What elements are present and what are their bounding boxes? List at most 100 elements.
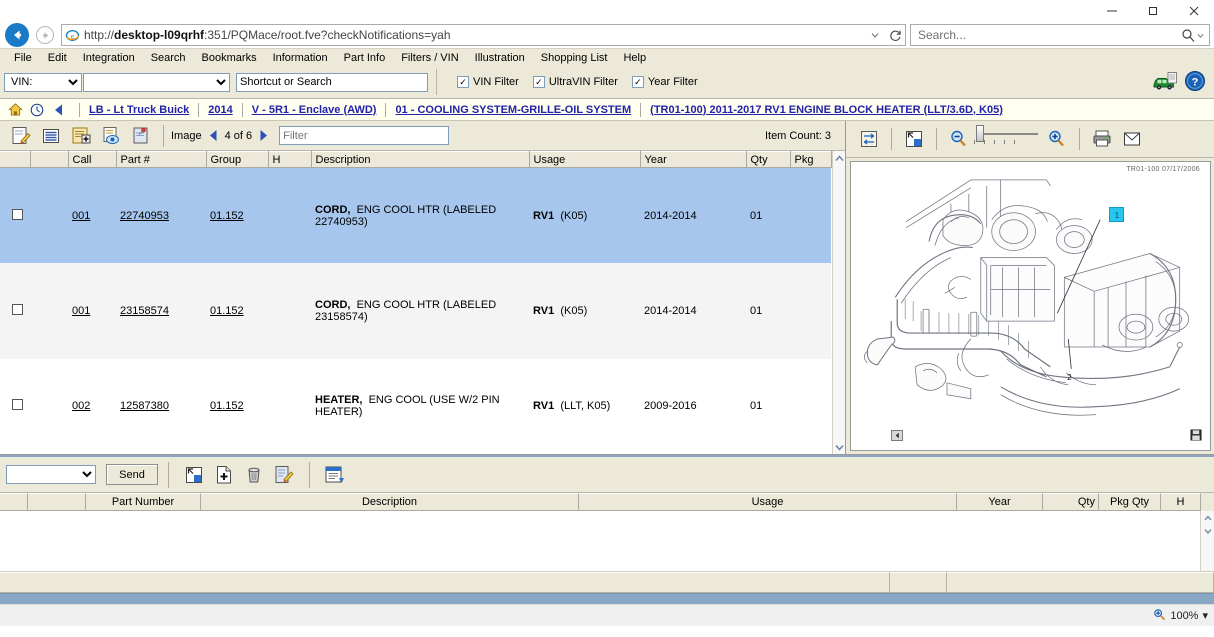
- email-icon[interactable]: [1117, 126, 1147, 152]
- address-bar[interactable]: e http://desktop-l09qrhf:351/PQMace/root…: [61, 24, 906, 46]
- row-call-link[interactable]: 001: [72, 210, 90, 222]
- delete-icon[interactable]: [239, 462, 269, 488]
- parts-table-scrollbar[interactable]: [832, 151, 846, 454]
- menu-bookmarks[interactable]: Bookmarks: [194, 49, 265, 67]
- btm-col-year[interactable]: Year: [957, 493, 1043, 511]
- row-part[interactable]: 22740953: [116, 168, 206, 264]
- breadcrumb-item-make[interactable]: LB - Lt Truck Buick: [89, 104, 189, 116]
- shopping-list-empty-area[interactable]: [0, 511, 1200, 571]
- home-icon[interactable]: [4, 102, 26, 117]
- vin-filter-checkbox-box[interactable]: ✓: [457, 76, 469, 88]
- col-pkg[interactable]: Pkg: [790, 152, 831, 168]
- menu-file[interactable]: File: [6, 49, 40, 67]
- btm-col-usage[interactable]: Usage: [579, 493, 957, 511]
- breadcrumb-item-model[interactable]: V - 5R1 - Enclave (AWD): [252, 104, 377, 116]
- col-part-number[interactable]: Part #: [116, 152, 206, 168]
- fit-window-icon[interactable]: [179, 462, 209, 488]
- horizontal-scrollbar[interactable]: [0, 593, 1214, 604]
- filter-input[interactable]: [279, 126, 449, 145]
- illustration-canvas[interactable]: TR01-100 07/17/2006: [850, 161, 1211, 451]
- scroll-down-icon[interactable]: [832, 440, 845, 454]
- menu-illustration[interactable]: Illustration: [467, 49, 533, 67]
- row-checkbox-cell[interactable]: [0, 168, 30, 264]
- help-icon[interactable]: ?: [1184, 70, 1206, 95]
- shopping-list-scrollbar[interactable]: [1200, 511, 1214, 571]
- col-group[interactable]: Group: [206, 152, 268, 168]
- menu-information[interactable]: Information: [265, 49, 336, 67]
- browser-search-input[interactable]: Search...: [911, 28, 1175, 42]
- ultravin-filter-checkbox-box[interactable]: ✓: [533, 76, 545, 88]
- menu-filters-vin[interactable]: Filters / VIN: [393, 49, 466, 67]
- btm-col-1[interactable]: [28, 493, 86, 511]
- row-checkbox-cell[interactable]: [0, 263, 30, 359]
- breadcrumb-item-illustration[interactable]: (TR01-100) 2011-2017 RV1 ENGINE BLOCK HE…: [650, 104, 1003, 116]
- zoom-slider-knob[interactable]: [976, 125, 984, 142]
- table-row[interactable]: 001 23158574 01.152 CORD, ENG COOL HTR (…: [0, 263, 831, 359]
- save-icon[interactable]: [1190, 429, 1202, 444]
- row-checkbox[interactable]: [12, 304, 23, 315]
- menu-integration[interactable]: Integration: [75, 49, 143, 67]
- vin-filter-checkbox[interactable]: ✓ VIN Filter: [457, 76, 519, 88]
- col-usage[interactable]: Usage: [529, 152, 640, 168]
- vin-value-select[interactable]: [83, 73, 230, 92]
- next-image-icon[interactable]: [258, 129, 269, 142]
- row-part-link[interactable]: 22740953: [120, 210, 169, 222]
- row-part[interactable]: 12587380: [116, 359, 206, 455]
- row-group-link[interactable]: 01.152: [210, 400, 244, 412]
- shopping-list-select[interactable]: [6, 465, 96, 484]
- row-checkbox[interactable]: [12, 399, 23, 410]
- row-call[interactable]: 002: [68, 359, 116, 455]
- scroll-up-icon[interactable]: [832, 151, 845, 165]
- zoom-in-icon[interactable]: [1042, 126, 1072, 152]
- maximize-button[interactable]: [1132, 0, 1173, 22]
- row-call[interactable]: 001: [68, 168, 116, 264]
- col-spacer[interactable]: [30, 152, 68, 168]
- col-call[interactable]: Call: [68, 152, 116, 168]
- print-icon[interactable]: [1087, 126, 1117, 152]
- zoom-icon[interactable]: [1153, 608, 1166, 624]
- preview-icon[interactable]: [96, 123, 126, 149]
- report-icon[interactable]: [320, 462, 350, 488]
- col-year[interactable]: Year: [640, 152, 746, 168]
- pin-note-icon[interactable]: [126, 123, 156, 149]
- btm-col-pkg-qty[interactable]: Pkg Qty: [1099, 493, 1161, 511]
- callout-1-marker[interactable]: 1: [1109, 207, 1124, 222]
- row-group[interactable]: 01.152: [206, 168, 268, 264]
- add-note-icon[interactable]: [66, 123, 96, 149]
- list-view-icon[interactable]: [36, 123, 66, 149]
- breadcrumb-back-icon[interactable]: [48, 103, 70, 117]
- row-part-link[interactable]: 12587380: [120, 400, 169, 412]
- col-h[interactable]: H: [268, 152, 311, 168]
- row-call[interactable]: 001: [68, 263, 116, 359]
- year-filter-checkbox-box[interactable]: ✓: [632, 76, 644, 88]
- row-part-link[interactable]: 23158574: [120, 305, 169, 317]
- row-call-link[interactable]: 002: [72, 400, 90, 412]
- prev-image-icon[interactable]: [208, 129, 219, 142]
- row-checkbox[interactable]: [12, 209, 23, 220]
- btm-col-description[interactable]: Description: [201, 493, 579, 511]
- menu-shopping-list[interactable]: Shopping List: [533, 49, 616, 67]
- refresh-icon[interactable]: [885, 25, 905, 45]
- zoom-slider[interactable]: [974, 133, 1042, 144]
- back-button[interactable]: [2, 22, 32, 48]
- minimize-button[interactable]: [1091, 0, 1132, 22]
- row-group[interactable]: 01.152: [206, 359, 268, 455]
- menu-edit[interactable]: Edit: [40, 49, 75, 67]
- shortcut-search-input[interactable]: [236, 73, 428, 92]
- vin-type-select[interactable]: VIN:: [4, 73, 82, 92]
- search-icon[interactable]: [1175, 28, 1209, 42]
- prev-page-icon[interactable]: [891, 430, 903, 444]
- menu-search[interactable]: Search: [143, 49, 194, 67]
- scroll-up-icon[interactable]: [1204, 511, 1212, 524]
- menu-help[interactable]: Help: [615, 49, 654, 67]
- year-filter-checkbox[interactable]: ✓ Year Filter: [632, 76, 698, 88]
- zoom-out-icon[interactable]: [944, 126, 974, 152]
- swap-image-icon[interactable]: [854, 126, 884, 152]
- address-dropdown-icon[interactable]: [865, 25, 885, 45]
- add-item-icon[interactable]: [209, 462, 239, 488]
- send-button[interactable]: Send: [106, 464, 158, 485]
- table-row[interactable]: 001 22740953 01.152 CORD, ENG COOL HTR (…: [0, 168, 831, 264]
- breadcrumb-item-year[interactable]: 2014: [208, 104, 232, 116]
- col-checkbox[interactable]: [0, 152, 30, 168]
- edit-item-icon[interactable]: [269, 462, 299, 488]
